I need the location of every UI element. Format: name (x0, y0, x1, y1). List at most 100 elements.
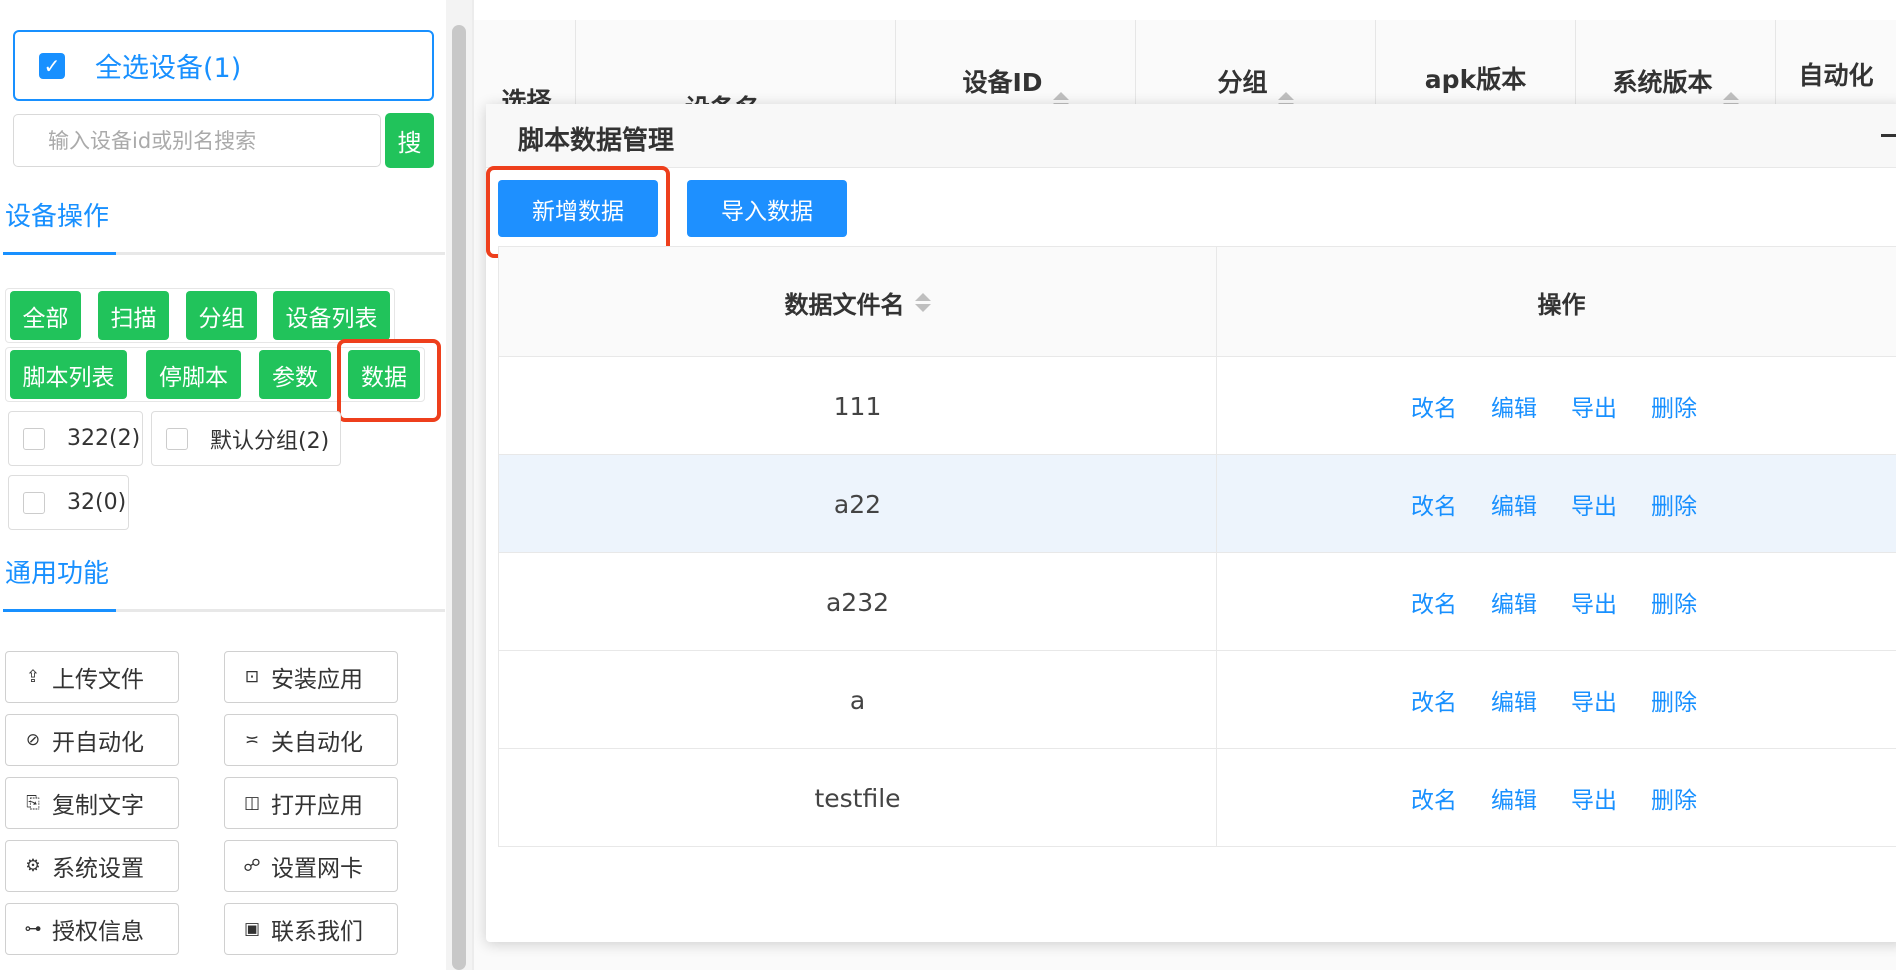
edit-link[interactable]: 编辑 (1491, 389, 1537, 423)
delete-link[interactable]: 删除 (1651, 389, 1697, 423)
book-icon: ◫ (243, 793, 261, 813)
group-tag-label: 32(0) (67, 490, 127, 515)
edit-link[interactable]: 编辑 (1491, 487, 1537, 521)
auto-on-icon: ⊘ (25, 730, 41, 750)
file-name-cell: testfile (498, 749, 1217, 847)
edit-link[interactable]: 编辑 (1491, 781, 1537, 815)
col-label: 操作 (1537, 290, 1586, 319)
actions-cell: 改名 编辑 导出 删除 (1217, 357, 1896, 455)
select-all-label: 全选设备(1) (95, 53, 242, 84)
section-divider (3, 252, 445, 255)
rename-link[interactable]: 改名 (1411, 389, 1457, 423)
file-name-cell: a22 (498, 455, 1217, 553)
modal-title: 脚本数据管理 (518, 126, 675, 156)
file-name-cell: 111 (498, 357, 1217, 455)
license-info-button[interactable]: ⊶ 授权信息 (5, 903, 179, 955)
all-button[interactable]: 全部 (10, 291, 81, 340)
upload-icon: ⇪ (25, 667, 41, 687)
edit-link[interactable]: 编辑 (1491, 585, 1537, 619)
network-settings-button[interactable]: ☍ 设置网卡 (224, 840, 398, 892)
button-label: 系统设置 (52, 856, 144, 882)
stop-script-button[interactable]: 停脚本 (146, 350, 241, 399)
actions-cell: 改名 编辑 导出 删除 (1217, 553, 1896, 651)
export-link[interactable]: 导出 (1571, 487, 1617, 521)
scan-button[interactable]: 扫描 (98, 291, 169, 340)
page: ✓ 全选设备(1) 搜 设备操作 全部 扫描 分组 设备列表 脚本列表 停脚本 … (0, 0, 1896, 970)
col-label: 分组 (1217, 67, 1268, 97)
col-label: 设备ID (962, 67, 1043, 97)
export-link[interactable]: 导出 (1571, 781, 1617, 815)
group-tag[interactable]: 默认分组(2) (151, 411, 341, 466)
table-row: testfile 改名 编辑 导出 删除 (498, 749, 1896, 847)
checkbox-checked-icon: ✓ (39, 52, 65, 79)
common-functions-title: 通用功能 (5, 559, 110, 589)
button-label: 复制文字 (52, 793, 144, 819)
group-tag-label: 默认分组(2) (210, 428, 330, 454)
actions-cell: 改名 编辑 导出 删除 (1217, 749, 1896, 847)
device-search-input[interactable] (13, 114, 381, 167)
sidebar-scrollbar-thumb[interactable] (452, 25, 466, 970)
auto-off-icon: ≍ (244, 730, 260, 750)
button-label: 关自动化 (271, 730, 363, 756)
select-all-checkbox[interactable]: ✓ 全选设备(1) (13, 30, 434, 101)
install-app-button[interactable]: ⊡ 安装应用 (224, 651, 398, 703)
minimize-icon[interactable] (1881, 134, 1896, 137)
modal-header: 脚本数据管理 (486, 104, 1896, 168)
search-button[interactable]: 搜 (385, 113, 434, 168)
rename-link[interactable]: 改名 (1411, 585, 1457, 619)
button-label: 打开应用 (271, 793, 363, 819)
rename-link[interactable]: 改名 (1411, 683, 1457, 717)
import-data-button[interactable]: 导入数据 (687, 180, 847, 237)
table-row: a232 改名 编辑 导出 删除 (498, 553, 1896, 651)
checkbox-icon (166, 427, 188, 450)
export-link[interactable]: 导出 (1571, 585, 1617, 619)
highlight-box (337, 339, 441, 422)
auto-off-button[interactable]: ≍ 关自动化 (224, 714, 398, 766)
button-label: 安装应用 (271, 667, 363, 693)
button-label: 联系我们 (271, 919, 363, 945)
table-header-row: 数据文件名 操作 (498, 247, 1896, 357)
copy-text-button[interactable]: ⎘ 复制文字 (5, 777, 179, 829)
delete-link[interactable]: 删除 (1651, 487, 1697, 521)
install-icon: ⊡ (244, 667, 260, 687)
edit-link[interactable]: 编辑 (1491, 683, 1537, 717)
data-table: 数据文件名 操作 111 改名 编辑 导出 删除 a22 改名 编辑 导出 删除… (498, 246, 1896, 847)
table-row: a22 改名 编辑 导出 删除 (498, 455, 1896, 553)
group-tag[interactable]: 32(0) (8, 475, 129, 530)
actions-cell: 改名 编辑 导出 删除 (1217, 455, 1896, 553)
section-divider (3, 609, 445, 612)
script-list-button[interactable]: 脚本列表 (10, 350, 127, 399)
button-label: 上传文件 (52, 667, 144, 693)
script-data-modal: 脚本数据管理 新增数据 导入数据 数据文件名 操作 111 改名 编辑 导出 删… (486, 104, 1896, 942)
device-list-button[interactable]: 设备列表 (273, 291, 390, 340)
key-icon: ⊶ (24, 919, 42, 939)
open-app-button[interactable]: ◫ 打开应用 (224, 777, 398, 829)
group-tag[interactable]: 322(2) (8, 411, 143, 466)
checkbox-icon (23, 427, 45, 450)
button-label: 授权信息 (52, 919, 144, 945)
file-name-cell: a (498, 651, 1217, 749)
rename-link[interactable]: 改名 (1411, 781, 1457, 815)
contact-us-button[interactable]: ▣ 联系我们 (224, 903, 398, 955)
col-label: 系统版本 (1612, 67, 1713, 97)
delete-link[interactable]: 删除 (1651, 781, 1697, 815)
group-button[interactable]: 分组 (186, 291, 257, 340)
checkbox-icon (23, 491, 45, 514)
delete-link[interactable]: 删除 (1651, 585, 1697, 619)
button-label: 开自动化 (52, 730, 144, 756)
table-row: a 改名 编辑 导出 删除 (498, 651, 1896, 749)
auto-on-button[interactable]: ⊘ 开自动化 (5, 714, 179, 766)
button-label: 设置网卡 (271, 856, 363, 882)
rename-link[interactable]: 改名 (1411, 487, 1457, 521)
delete-link[interactable]: 删除 (1651, 683, 1697, 717)
params-button[interactable]: 参数 (259, 350, 331, 399)
col-actions: 操作 (1217, 247, 1896, 357)
highlight-box (486, 166, 670, 258)
sort-icon (914, 292, 931, 312)
col-file-name[interactable]: 数据文件名 (498, 247, 1217, 357)
network-icon: ☍ (243, 856, 261, 876)
system-settings-button[interactable]: ⚙ 系统设置 (5, 840, 179, 892)
upload-file-button[interactable]: ⇪ 上传文件 (5, 651, 179, 703)
export-link[interactable]: 导出 (1571, 683, 1617, 717)
export-link[interactable]: 导出 (1571, 389, 1617, 423)
